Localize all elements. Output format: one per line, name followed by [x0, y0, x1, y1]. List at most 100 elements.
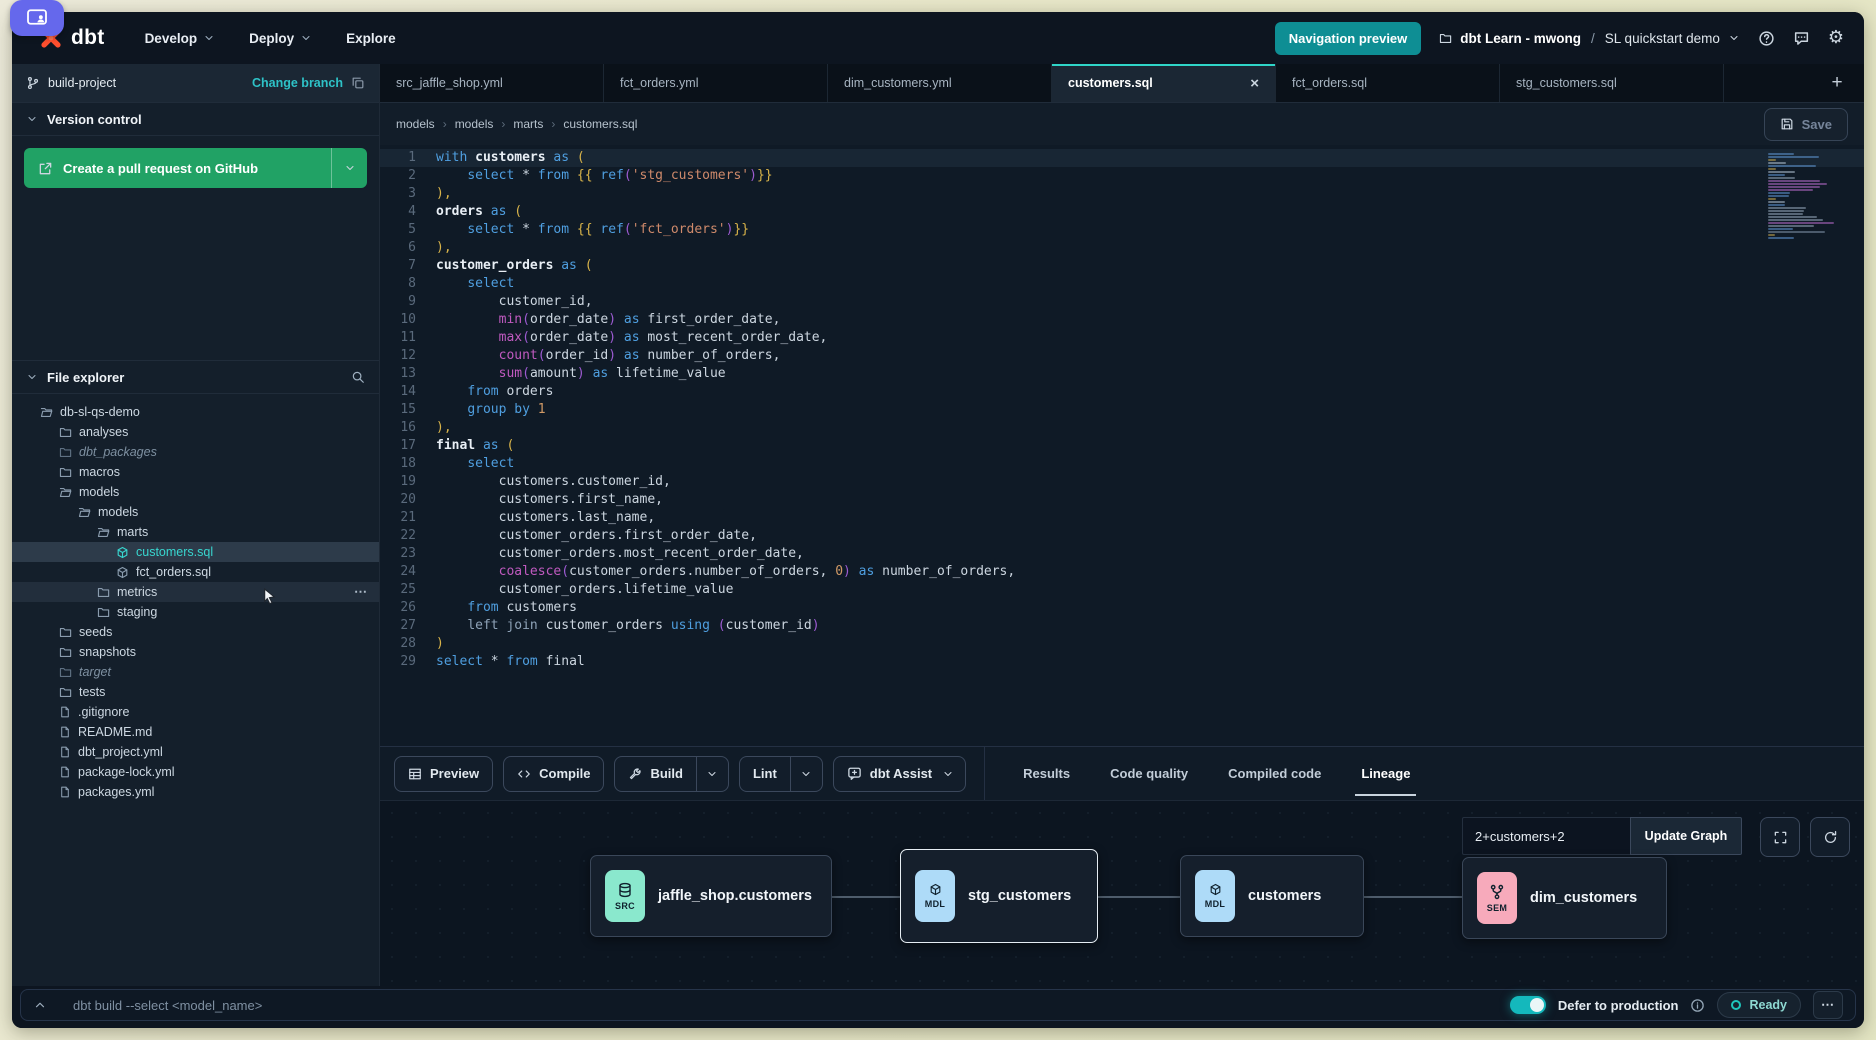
- ready-status-badge[interactable]: Ready: [1717, 992, 1801, 1018]
- breadcrumb-item[interactable]: models: [396, 117, 435, 131]
- help-icon[interactable]: [1758, 30, 1775, 47]
- tree-item-label: seeds: [79, 625, 112, 639]
- tree-item-seeds[interactable]: seeds: [12, 622, 379, 642]
- tree-item-models[interactable]: models: [12, 502, 379, 522]
- editor-minimap[interactable]: [1768, 153, 1838, 240]
- tree-item-package-lock-yml[interactable]: package-lock.yml: [12, 762, 379, 782]
- sidebar: build-project Change branch Version cont…: [12, 64, 380, 986]
- lint-button[interactable]: Lint: [739, 756, 823, 792]
- code-token: number_of_orders,: [882, 563, 1015, 581]
- chevron-up-icon[interactable]: [33, 998, 47, 1012]
- tab-bar-spacer: [1724, 64, 1810, 102]
- command-input[interactable]: dbt build --select <model_name>: [73, 998, 1498, 1013]
- save-button[interactable]: Save: [1764, 108, 1848, 141]
- breadcrumb-item[interactable]: customers.sql: [563, 117, 637, 131]
- tab-stg-customers-sql[interactable]: stg_customers.sql: [1500, 64, 1724, 102]
- menu-develop[interactable]: Develop: [145, 31, 216, 46]
- pr-button-dropdown[interactable]: [331, 148, 367, 188]
- code-token: (: [624, 221, 632, 239]
- dbt-assist-button[interactable]: dbt Assist: [833, 756, 966, 792]
- compile-button[interactable]: Compile: [503, 756, 604, 792]
- console-tab-compiled-code[interactable]: Compiled code: [1226, 760, 1323, 787]
- line-number: 8: [380, 275, 436, 293]
- tree-item-customers-sql[interactable]: customers.sql: [12, 542, 379, 562]
- code-token: }}: [733, 221, 749, 239]
- lineage-node-stg-customers[interactable]: MDLstg_customers: [900, 849, 1098, 943]
- build-button[interactable]: Build: [614, 756, 729, 792]
- tab-customers-sql[interactable]: customers.sql×: [1052, 64, 1276, 102]
- feedback-icon[interactable]: [1793, 30, 1810, 47]
- tab-dim-customers-yml[interactable]: dim_customers.yml: [828, 64, 1052, 102]
- search-icon[interactable]: [351, 370, 365, 384]
- tree-item--gitignore[interactable]: .gitignore: [12, 702, 379, 722]
- lineage-node-dim-customers[interactable]: SEMdim_customers: [1462, 857, 1667, 939]
- tree-item-marts[interactable]: marts: [12, 522, 379, 542]
- navigation-preview-button[interactable]: Navigation preview: [1275, 22, 1421, 55]
- code-editor[interactable]: 1with customers as (2 select * from {{ r…: [380, 145, 1864, 746]
- info-icon[interactable]: [1690, 998, 1705, 1013]
- code-token: (: [718, 617, 726, 635]
- line-number: 26: [380, 599, 436, 617]
- node-name: customers: [1248, 888, 1321, 904]
- tab-src-jaffle-shop-yml[interactable]: src_jaffle_shop.yml: [380, 64, 604, 102]
- tree-item-analyses[interactable]: analyses: [12, 422, 379, 442]
- version-control-body: Create a pull request on GitHub: [12, 136, 379, 360]
- create-pull-request-button[interactable]: Create a pull request on GitHub: [24, 148, 367, 188]
- line-number: 19: [380, 473, 436, 491]
- minimap-line: [1768, 195, 1789, 197]
- tree-item-staging[interactable]: staging: [12, 602, 379, 622]
- split-dropdown[interactable]: [790, 757, 822, 791]
- change-branch-link[interactable]: Change branch: [252, 76, 343, 90]
- console-tab-code-quality[interactable]: Code quality: [1108, 760, 1190, 787]
- code-token: ): [843, 563, 859, 581]
- tree-item-metrics[interactable]: metrics⋯: [12, 582, 379, 602]
- code-token: final: [546, 653, 585, 671]
- node-name: dim_customers: [1530, 890, 1637, 906]
- tree-item-target[interactable]: target: [12, 662, 379, 682]
- refresh-button[interactable]: [1810, 817, 1850, 857]
- tree-item-macros[interactable]: macros: [12, 462, 379, 482]
- tree-item-label: dbt_packages: [79, 445, 157, 459]
- update-graph-button[interactable]: Update Graph: [1630, 817, 1742, 855]
- item-options-button[interactable]: ⋯: [354, 584, 369, 600]
- tree-item-models[interactable]: models: [12, 482, 379, 502]
- minimap-line: [1768, 231, 1825, 233]
- minimap-line: [1768, 201, 1785, 203]
- tree-item-db-sl-qs-demo[interactable]: db-sl-qs-demo: [12, 402, 379, 422]
- more-options-button[interactable]: ⋯: [1813, 991, 1843, 1019]
- tree-item-label: package-lock.yml: [78, 765, 175, 779]
- tree-item-dbt-packages[interactable]: dbt_packages: [12, 442, 379, 462]
- gear-icon[interactable]: ⚙: [1828, 29, 1844, 47]
- copy-icon[interactable]: [351, 76, 365, 90]
- account-project-switcher[interactable]: dbt Learn - mwong / SL quickstart demo: [1439, 31, 1740, 46]
- menu-explore[interactable]: Explore: [346, 31, 396, 46]
- file-explorer-header[interactable]: File explorer: [12, 360, 379, 394]
- lineage-node-jaffle-shop-customers[interactable]: SRCjaffle_shop.customers: [590, 855, 832, 937]
- console-tab-results[interactable]: Results: [1021, 760, 1072, 787]
- preview-button[interactable]: Preview: [394, 756, 493, 792]
- action-label: Compile: [539, 766, 590, 781]
- tree-item-dbt-project-yml[interactable]: dbt_project.yml: [12, 742, 379, 762]
- tab-fct-orders-yml[interactable]: fct_orders.yml: [604, 64, 828, 102]
- code-token: as: [491, 203, 514, 221]
- new-tab-button[interactable]: +: [1810, 64, 1864, 102]
- path-separator: /: [1591, 31, 1595, 46]
- tree-item-readme-md[interactable]: README.md: [12, 722, 379, 742]
- code-token: ref: [600, 167, 623, 185]
- defer-toggle[interactable]: [1510, 996, 1546, 1014]
- version-control-header[interactable]: Version control: [12, 102, 379, 136]
- close-tab-icon[interactable]: ×: [1240, 75, 1259, 92]
- fullscreen-button[interactable]: [1760, 817, 1800, 857]
- tree-item-snapshots[interactable]: snapshots: [12, 642, 379, 662]
- tree-item-fct-orders-sql[interactable]: fct_orders.sql: [12, 562, 379, 582]
- console-tab-lineage[interactable]: Lineage: [1359, 760, 1412, 787]
- tab-fct-orders-sql[interactable]: fct_orders.sql: [1276, 64, 1500, 102]
- tree-item-tests[interactable]: tests: [12, 682, 379, 702]
- breadcrumb-item[interactable]: marts: [513, 117, 543, 131]
- lineage-search-input[interactable]: 2+customers+2: [1462, 817, 1630, 855]
- menu-deploy[interactable]: Deploy: [249, 31, 312, 46]
- breadcrumb-item[interactable]: models: [455, 117, 494, 131]
- split-dropdown[interactable]: [696, 757, 728, 791]
- tree-item-packages-yml[interactable]: packages.yml: [12, 782, 379, 802]
- lineage-node-customers[interactable]: MDLcustomers: [1180, 855, 1364, 937]
